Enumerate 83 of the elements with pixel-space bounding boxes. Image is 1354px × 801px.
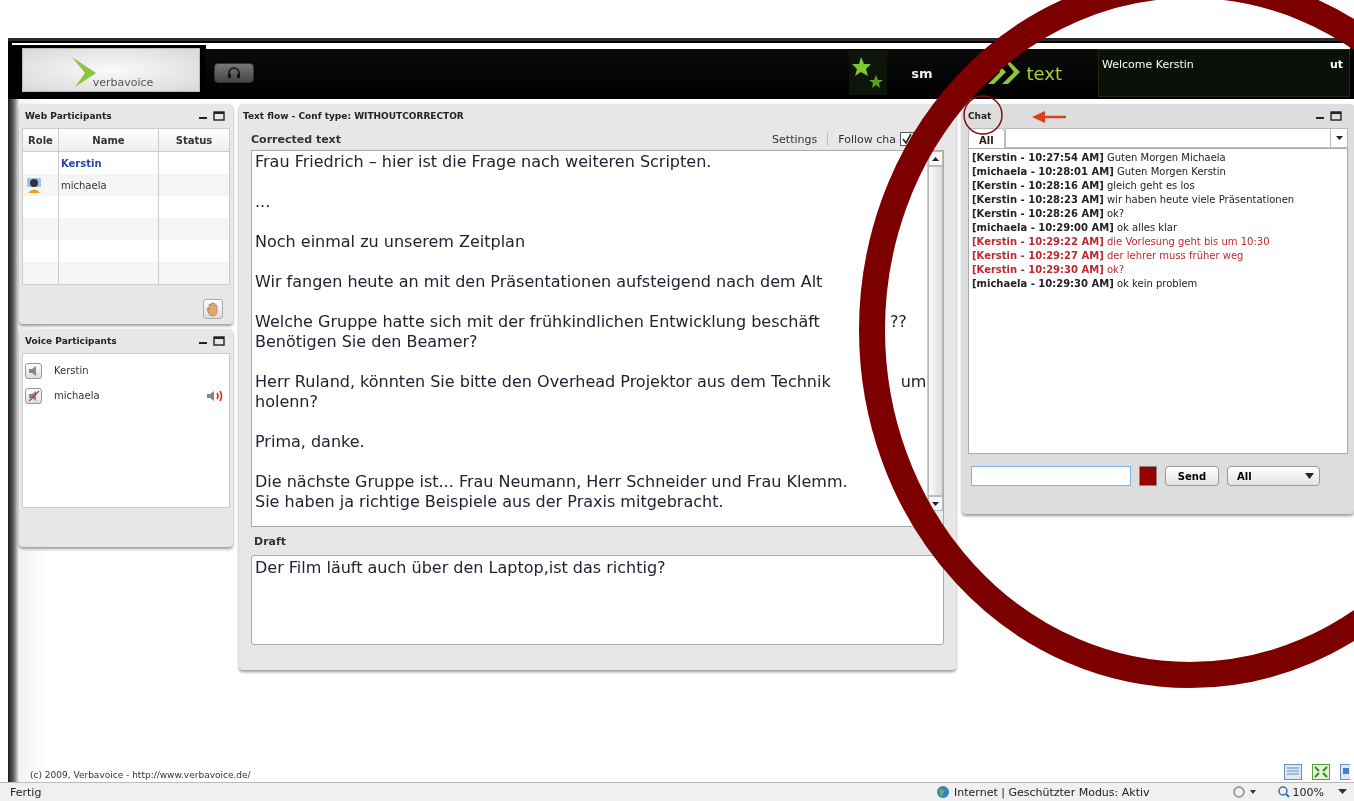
message-input[interactable] [971, 466, 1131, 486]
headset-button[interactable] [214, 63, 254, 83]
annotation-circle [963, 95, 1003, 135]
text-line: Frau Friedrich – hier ist die Frage nach weiteren Scripten. [255, 152, 712, 171]
text-line: Benötigen Sie den Beamer? [255, 332, 478, 351]
participant-name: michaela [54, 390, 101, 401]
settings-link[interactable]: Settings [772, 132, 829, 146]
text-line: Sie haben ja richtige Beispiele aus der Praxis mitgebracht. [255, 492, 724, 511]
caret-icon [1305, 473, 1314, 479]
follow-changes-label: Follow cha [838, 132, 896, 146]
section-label: Draft [254, 535, 288, 548]
chevrons-icon [986, 60, 1023, 86]
stars-icon [849, 51, 888, 95]
scrollbar[interactable] [927, 151, 943, 526]
column-header[interactable]: Name [59, 129, 159, 151]
chat-message: [Kerstin - 10:27:54 AM] Guten Morgen Michaela [972, 151, 1227, 165]
text-line: ... [255, 192, 271, 211]
mute-button[interactable] [25, 362, 42, 379]
zoom-level[interactable]: 100% [1292, 785, 1324, 799]
zoom-icon [1277, 786, 1290, 799]
text-line: Wir fangen heute an mit den Präsentationen aufsteigend nach dem Alt [255, 272, 823, 291]
zone-text: Internet | Geschützter Modus: Aktiv [954, 785, 1150, 799]
brand-text: sm [911, 65, 933, 81]
page-icon [1284, 764, 1302, 781]
chat-message: [michaela - 10:28:01 AM] Guten Morgen Kerstin [972, 165, 1227, 179]
text-fragment: um [900, 372, 927, 391]
participant-name: Kerstin [54, 365, 90, 376]
chat-tab[interactable]: All [968, 128, 1005, 148]
chat-message: [Kerstin - 10:29:30 AM] ok? [972, 263, 1126, 277]
chat-message: [michaela - 10:29:30 AM] ok kein problem [972, 277, 1199, 291]
annotation-arrow [1032, 111, 1066, 123]
text-line: holenn? [255, 392, 318, 411]
hand-icon [206, 301, 220, 317]
chat-message: [michaela - 10:29:00 AM] ok alles klar [972, 221, 1179, 235]
minimize-icon [199, 117, 207, 119]
raise-hand-button[interactable] [203, 299, 223, 319]
maximize-icon [213, 336, 225, 346]
panel-title: Text flow - Conf type: WITHOUTCORRECTOR [243, 111, 464, 121]
panel-title: Chat [968, 111, 992, 121]
maximize-icon [213, 111, 225, 121]
chat-message: [Kerstin - 10:28:16 AM] gleich geht es los [972, 179, 1196, 193]
welcome-text: Welcome Kerstin [1102, 58, 1195, 71]
copyright-text: (c) 2009, Verbavoice - http://www.verbavoice.de/ [30, 770, 252, 781]
status-text: Fertig [10, 785, 42, 799]
caret-icon [1335, 136, 1343, 140]
brand-text: text [1026, 62, 1062, 84]
draft-field[interactable]: Der Film läuft auch über den Laptop,ist das richtig? [251, 555, 944, 645]
corrected-text-area[interactable] [251, 150, 944, 527]
text-line: Noch einmal zu unserem Zeitplan [255, 232, 526, 251]
mute-button[interactable] [25, 387, 42, 404]
text-line: Prima, danke. [255, 432, 365, 451]
headset-icon [227, 66, 241, 80]
fullscreen-icon [1312, 764, 1330, 781]
column-header[interactable]: Role [23, 129, 59, 151]
text-line: Die nächste Gruppe ist... Frau Neumann, Herr Schneider und Frau Klemm. [255, 472, 848, 491]
chat-message: [Kerstin - 10:29:22 AM] die Vorlesung geht bis um 10:30 [972, 235, 1271, 249]
chat-message: [Kerstin - 10:28:26 AM] ok? [972, 207, 1126, 221]
minimize-icon [199, 342, 207, 344]
panel-title: Voice Participants [25, 336, 117, 346]
caret-icon [932, 156, 939, 161]
column-header[interactable]: Status [159, 129, 229, 151]
maximize-icon [1330, 111, 1342, 121]
recipient-dropdown[interactable]: All [1227, 466, 1320, 486]
text-line: Herr Ruland, könnten Sie bitte den Overhead Projektor aus dem Technik [255, 372, 831, 391]
text-line: Welche Gruppe hatte sich mit der frühkindlichen Entwicklung beschäft [255, 312, 820, 331]
speaker-icon [27, 389, 40, 402]
section-label: Corrected text [251, 132, 341, 146]
caret-icon [932, 501, 939, 506]
text-fragment: ?? [889, 312, 907, 331]
protection-icon [1231, 785, 1258, 800]
color-picker[interactable] [1139, 466, 1157, 486]
send-button[interactable]: Send [1165, 466, 1219, 486]
scroll-thumb[interactable] [928, 166, 943, 496]
panel-title: Web Participants [25, 111, 112, 121]
caret-icon [1338, 789, 1348, 796]
chat-message: [Kerstin - 10:29:27 AM] der lehrer muss früher weg [972, 249, 1245, 263]
globe-icon [936, 785, 951, 800]
minimize-icon [1316, 117, 1324, 119]
user-icon [26, 177, 42, 193]
chat-message: [Kerstin - 10:28:23 AM] wir haben heute viele Präsentationen [972, 193, 1296, 207]
window-icon [1340, 764, 1350, 781]
logo-text: verbavoice [92, 76, 154, 89]
logout-link[interactable]: ut [1329, 58, 1343, 71]
